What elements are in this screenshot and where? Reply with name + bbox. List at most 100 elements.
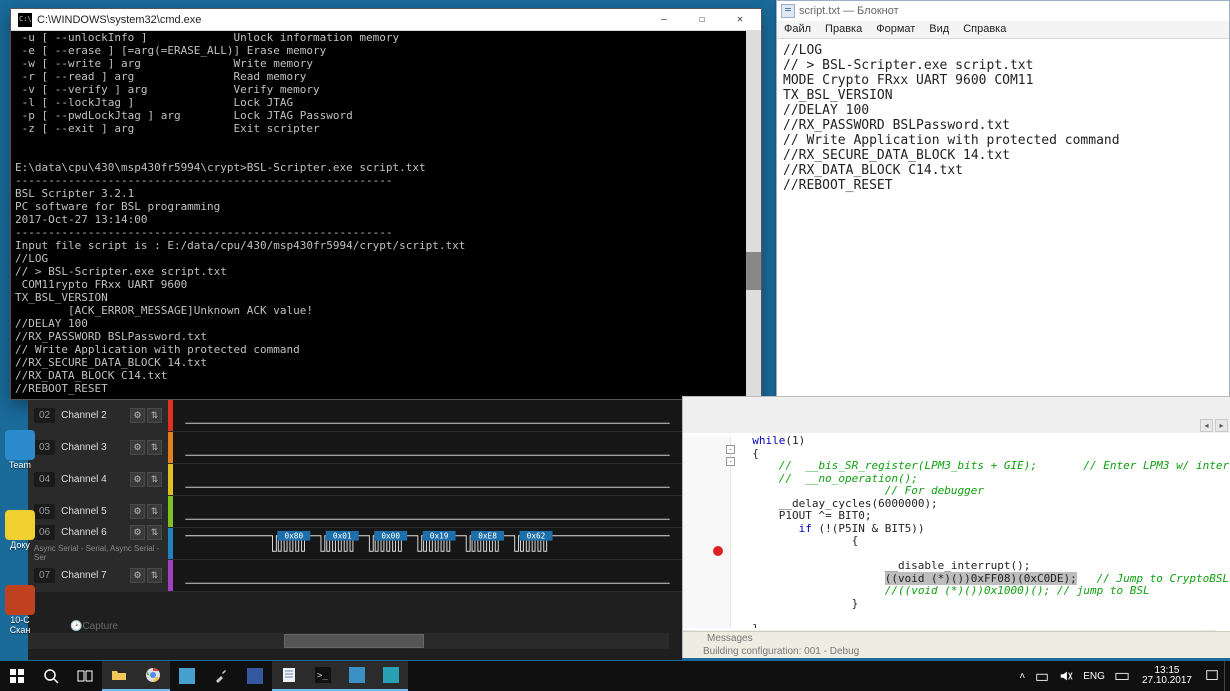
desktop-icon-team[interactable]: Team: [2, 430, 38, 470]
ide-fold-column[interactable]: - -: [724, 445, 738, 628]
cmd-vscrollbar[interactable]: [746, 31, 761, 399]
taskbar-chrome-icon[interactable]: [136, 661, 170, 691]
ide-code: while(1) { // __bis_SR_register(LPM3_bit…: [739, 435, 1230, 628]
la-channel-waveform[interactable]: [173, 464, 682, 495]
tray-network-icon[interactable]: [1030, 661, 1054, 691]
taskbar-la-icon[interactable]: [374, 661, 408, 691]
svg-text:0x62: 0x62: [527, 532, 546, 541]
start-button[interactable]: [0, 661, 34, 691]
menu-file[interactable]: Файл: [777, 21, 818, 38]
svg-text:0x19: 0x19: [430, 532, 449, 541]
menu-help[interactable]: Справка: [956, 21, 1013, 38]
cmd-window: C:\WINDOWS\system32\cmd.exe — ☐ ✕ -u [ -…: [10, 8, 762, 400]
maximize-button[interactable]: ☐: [683, 9, 721, 31]
la-channel-waveform[interactable]: [173, 432, 682, 463]
sort-icon[interactable]: ⇅: [147, 408, 162, 423]
desktop-icon-scan[interactable]: 10-C Скан: [2, 585, 38, 635]
taskbar: >_ ˄ ENG 13:15 27.10.2017: [0, 661, 1230, 691]
taskbar-search-icon[interactable]: [34, 661, 68, 691]
menu-format[interactable]: Формат: [869, 21, 922, 38]
fold-toggle-icon[interactable]: -: [726, 445, 735, 454]
gear-icon[interactable]: ⚙: [130, 472, 145, 487]
la-channel-row: 04 Channel 4 ⚙⇅: [28, 464, 682, 496]
la-channel-name: Channel 4: [61, 474, 124, 485]
sort-icon[interactable]: ⇅: [147, 504, 162, 519]
la-capture-label: 🕑 Capture: [70, 618, 118, 634]
cmd-body[interactable]: -u [ --unlockInfo ] Unlock information m…: [11, 31, 761, 399]
la-channel-waveform[interactable]: [173, 400, 682, 431]
system-tray: ˄ ENG 13:15 27.10.2017: [1014, 661, 1230, 691]
taskbar-app1-icon[interactable]: [170, 661, 204, 691]
la-channel-num: 04: [34, 472, 55, 487]
desktop-icon-doc[interactable]: Доку: [2, 510, 38, 550]
close-button[interactable]: ✕: [721, 9, 759, 31]
cmd-vscroll-thumb[interactable]: [746, 252, 761, 290]
menu-view[interactable]: Вид: [922, 21, 956, 38]
la-channel-label[interactable]: 04 Channel 4 ⚙⇅: [28, 464, 168, 495]
la-hscroll-thumb[interactable]: [284, 634, 424, 648]
tray-clock[interactable]: 13:15 27.10.2017: [1134, 661, 1200, 691]
cmd-titlebar[interactable]: C:\WINDOWS\system32\cmd.exe — ☐ ✕: [11, 9, 761, 31]
notepad-body[interactable]: //LOG // > BSL-Scripter.exe script.txt M…: [777, 39, 1229, 197]
la-channel-waveform[interactable]: 0x800x010x000x190xE80x62: [173, 528, 682, 559]
la-capture-text: Capture: [82, 621, 118, 632]
taskbar-notepad-icon[interactable]: [272, 661, 306, 691]
svg-text:0x01: 0x01: [333, 532, 352, 541]
taskbar-explorer-icon[interactable]: [102, 661, 136, 691]
sort-icon[interactable]: ⇅: [147, 568, 162, 583]
svg-text:0x80: 0x80: [284, 532, 303, 541]
la-channel-label[interactable]: 05Channel 5⚙⇅: [28, 496, 168, 527]
cmd-icon: [18, 13, 32, 27]
tray-lang[interactable]: ENG: [1078, 661, 1110, 691]
la-channel-row: 02Channel 2⚙⇅: [28, 400, 682, 432]
gear-icon[interactable]: ⚙: [130, 440, 145, 455]
la-channel-num: 02: [34, 408, 55, 423]
la-channel-row: 03Channel 3⚙⇅: [28, 432, 682, 464]
sort-icon[interactable]: ⇅: [147, 440, 162, 455]
breakpoint-icon[interactable]: [713, 546, 723, 556]
cmd-output-error: [ACK_ERROR_MESSAGE]Unknown ACK value!: [15, 304, 757, 317]
notepad-titlebar[interactable]: script.txt — Блокнот: [777, 1, 1229, 21]
tray-notifications-icon[interactable]: [1200, 661, 1224, 691]
tray-chevron-up-icon[interactable]: ˄: [1014, 661, 1030, 691]
fold-toggle-icon[interactable]: -: [726, 457, 735, 466]
gear-icon[interactable]: ⚙: [130, 525, 145, 540]
la-channel-row: 05Channel 5⚙⇅: [28, 496, 682, 528]
la-channel-name: Channel 6: [61, 527, 124, 538]
la-channel-waveform[interactable]: [173, 496, 682, 527]
notepad-text: //LOG // > BSL-Scripter.exe script.txt M…: [783, 43, 1223, 193]
taskbar-tools-icon[interactable]: [204, 661, 238, 691]
la-channel-label[interactable]: 07Channel 7⚙⇅: [28, 560, 168, 591]
taskview-icon[interactable]: [68, 661, 102, 691]
la-channel-name: Channel 3: [61, 442, 124, 453]
ide-hscroll-buttons-group: ◂ ▸: [1200, 419, 1228, 432]
tray-keyboard-icon[interactable]: [1110, 661, 1134, 691]
minimize-button[interactable]: —: [645, 9, 683, 31]
logic-analyzer: 02Channel 2⚙⇅03Channel 3⚙⇅04Channel 4⚙⇅0…: [28, 400, 682, 660]
notepad-title: script.txt — Блокнот: [799, 5, 899, 17]
la-hscrollbar[interactable]: [28, 633, 669, 649]
taskbar-ide-icon[interactable]: [340, 661, 374, 691]
la-channel-label[interactable]: 03Channel 3⚙⇅: [28, 432, 168, 463]
tray-volume-icon[interactable]: [1054, 661, 1078, 691]
window-controls: — ☐ ✕: [645, 9, 759, 31]
ide-scroll-right-button[interactable]: ▸: [1215, 419, 1228, 432]
la-channel-row: 06Channel 6⚙⇅Async Serial - Serial, Asyn…: [28, 528, 682, 560]
notepad-icon: [781, 4, 795, 18]
ide-body[interactable]: while(1) { // __bis_SR_register(LPM3_bit…: [739, 435, 1230, 628]
la-channel-label[interactable]: 02Channel 2⚙⇅: [28, 400, 168, 431]
taskbar-app2-icon[interactable]: [238, 661, 272, 691]
sort-icon[interactable]: ⇅: [147, 525, 162, 540]
la-channel-label[interactable]: 06Channel 6⚙⇅Async Serial - Serial, Asyn…: [28, 528, 168, 559]
gear-icon[interactable]: ⚙: [130, 408, 145, 423]
taskbar-cmd-icon[interactable]: >_: [306, 661, 340, 691]
ide-scroll-left-button[interactable]: ◂: [1200, 419, 1213, 432]
gear-icon[interactable]: ⚙: [130, 568, 145, 583]
menu-edit[interactable]: Правка: [818, 21, 869, 38]
la-channel-waveform[interactable]: [173, 560, 682, 591]
show-desktop-button[interactable]: [1224, 661, 1230, 691]
gear-icon[interactable]: ⚙: [130, 504, 145, 519]
sort-icon[interactable]: ⇅: [147, 472, 162, 487]
tray-date: 27.10.2017: [1142, 676, 1192, 686]
la-channel-num: 07: [34, 568, 55, 583]
